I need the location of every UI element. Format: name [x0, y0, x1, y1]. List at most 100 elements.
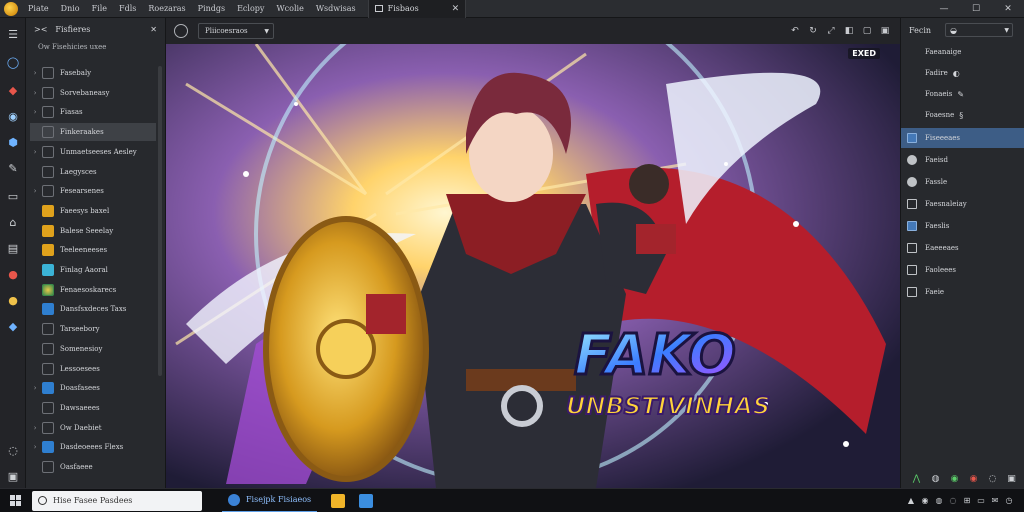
zoom-tool-icon[interactable]: ◌: [5, 442, 21, 458]
refresh-icon[interactable]: ↻: [804, 26, 822, 36]
menu-item-roezaras[interactable]: Roezaras: [142, 4, 191, 13]
layer-row[interactable]: › Sorvebaneasy: [30, 84, 156, 102]
layer-row[interactable]: Oasfaeee: [30, 458, 156, 476]
menu-item-wsdwisas[interactable]: Wsdwisas: [310, 4, 362, 13]
property-item[interactable]: Fassle: [907, 172, 1019, 192]
layer-row[interactable]: Dansfsxdeces Taxs: [30, 300, 156, 318]
menu-item-piate[interactable]: Piate: [22, 4, 55, 13]
fullscreen-icon[interactable]: ▢: [858, 26, 876, 36]
expand-chevron-icon[interactable]: ›: [30, 148, 40, 156]
grid-tool-icon[interactable]: ▤: [5, 240, 21, 256]
layer-row[interactable]: Faeesys baxel: [30, 202, 156, 220]
collapse-icon[interactable]: ><: [34, 25, 47, 34]
property-checkbox-icon[interactable]: [907, 177, 917, 187]
property-item[interactable]: Faoleees: [907, 260, 1019, 280]
tray-icon[interactable]: ◉: [918, 496, 932, 505]
store-icon[interactable]: [359, 493, 374, 508]
expand-chevron-icon[interactable]: ›: [30, 89, 40, 97]
layer-row[interactable]: Teeleeneeses: [30, 241, 156, 259]
document-tab[interactable]: Fisbaos ✕: [367, 0, 467, 18]
brush-tool-icon[interactable]: ✎: [5, 160, 21, 176]
settings-tool-icon[interactable]: ▣: [5, 468, 21, 484]
layer-row[interactable]: › Unmaetseeses Aesley: [30, 143, 156, 161]
tray-icon[interactable]: ◷: [1002, 496, 1016, 505]
property-checkbox-icon[interactable]: [907, 155, 917, 165]
tray-icon[interactable]: ⊞: [960, 496, 974, 505]
layers-scrollbar[interactable]: [158, 66, 162, 376]
property-row[interactable]: Foaesne §: [925, 107, 963, 123]
property-checkbox-icon[interactable]: [907, 221, 917, 231]
expand-chevron-icon[interactable]: ›: [30, 384, 40, 392]
property-item[interactable]: Faeisd: [907, 150, 1019, 170]
view-select[interactable]: Pliicoesraos ▼: [198, 23, 274, 39]
properties-select[interactable]: ◒ ▼: [945, 23, 1014, 37]
color-picker-icon[interactable]: ●: [5, 266, 21, 282]
layer-row[interactable]: › Fiasas: [30, 103, 156, 121]
start-button[interactable]: [4, 490, 26, 512]
image-canvas[interactable]: FAKO UNBSTIVINHAS EXED: [166, 44, 900, 488]
close-panel-icon[interactable]: ✕: [150, 25, 157, 34]
expand-chevron-icon[interactable]: ›: [30, 69, 40, 77]
menu-tool-icon[interactable]: ☰: [5, 26, 21, 42]
zoom-icon[interactable]: [174, 24, 188, 38]
menu-item-wcolie[interactable]: Wcolie: [270, 4, 309, 13]
layer-row[interactable]: › Doasfasees: [30, 379, 156, 397]
expand-chevron-icon[interactable]: ›: [30, 108, 40, 116]
property-item[interactable]: Faeie: [907, 282, 1019, 302]
layer-row[interactable]: › Dasdeoeees Flexs: [30, 438, 156, 456]
property-checkbox-icon[interactable]: [907, 265, 917, 275]
layer-row[interactable]: Laegysces: [30, 163, 156, 181]
property-checkbox-icon[interactable]: [907, 287, 917, 297]
taskbar-app[interactable]: Fisejpk Fisiaeos: [222, 489, 318, 512]
new-layer-icon[interactable]: ▣: [1002, 474, 1021, 484]
layer-row[interactable]: › Ow Daebiet: [30, 419, 156, 437]
taskbar-search[interactable]: Hise Fasee Pasdees: [32, 490, 202, 511]
expand-chevron-icon[interactable]: ›: [30, 424, 40, 432]
minimize-button[interactable]: —: [928, 0, 960, 18]
close-tab-icon[interactable]: ✕: [452, 4, 460, 14]
history-icon[interactable]: ↶: [786, 26, 804, 36]
menu-item-file[interactable]: File: [86, 4, 113, 13]
group-icon[interactable]: ◌: [983, 474, 1002, 484]
tray-icon[interactable]: ◌: [946, 496, 960, 505]
grid-view-icon[interactable]: ▣: [876, 26, 894, 36]
eyedropper-icon[interactable]: ⌂: [5, 214, 21, 230]
property-checkbox-icon[interactable]: [907, 199, 917, 209]
crop-tool-icon[interactable]: ▭: [5, 188, 21, 204]
gem-tool-icon[interactable]: ◆: [5, 318, 21, 334]
layer-row[interactable]: › Fasebaly: [30, 64, 156, 82]
lasso-tool-icon[interactable]: ◯: [5, 54, 21, 70]
property-item[interactable]: Faeslis: [907, 216, 1019, 236]
property-item[interactable]: Faesnaleiay: [907, 194, 1019, 214]
maximize-button[interactable]: ☐: [960, 0, 992, 18]
property-item[interactable]: Fiseeeaes: [901, 128, 1024, 148]
layer-row[interactable]: › Fesearsenes: [30, 182, 156, 200]
layer-row[interactable]: Somenesioy: [30, 340, 156, 358]
layer-row[interactable]: Finkeraakes: [30, 123, 156, 142]
expand-chevron-icon[interactable]: ›: [30, 443, 40, 451]
layer-row[interactable]: Balese Seeelay: [30, 222, 156, 240]
layer-row[interactable]: Finlag Aaoral: [30, 261, 156, 279]
property-checkbox-icon[interactable]: [907, 133, 917, 143]
close-window-button[interactable]: ✕: [992, 0, 1024, 18]
menu-item-fdls[interactable]: Fdls: [113, 4, 142, 13]
tray-icon[interactable]: ✉: [988, 496, 1002, 505]
transform-icon[interactable]: ⤢: [822, 26, 840, 36]
tray-icon[interactable]: ▭: [974, 496, 988, 505]
fx-icon[interactable]: ◉: [945, 474, 964, 484]
property-row[interactable]: Fadire ◐: [925, 65, 960, 81]
link-icon[interactable]: ⋀: [907, 474, 926, 484]
layer-row[interactable]: Dawsaeees: [30, 399, 156, 417]
shape-tool-icon[interactable]: ⬢: [5, 134, 21, 150]
menu-item-pindgs[interactable]: Pindgs: [192, 4, 231, 13]
property-item[interactable]: Eaeeeaes: [907, 238, 1019, 258]
menu-item-eclopy[interactable]: Eclopy: [231, 4, 270, 13]
property-checkbox-icon[interactable]: [907, 243, 917, 253]
tray-icon[interactable]: ◍: [932, 496, 946, 505]
gradient-tool-icon[interactable]: ●: [5, 292, 21, 308]
paint-bucket-icon[interactable]: ◆: [5, 82, 21, 98]
tray-icon[interactable]: ▲: [904, 496, 918, 505]
folder-icon[interactable]: [331, 493, 346, 508]
layer-row[interactable]: Fenaesoskarecs: [30, 281, 156, 299]
layer-row[interactable]: Tarseebory: [30, 320, 156, 338]
